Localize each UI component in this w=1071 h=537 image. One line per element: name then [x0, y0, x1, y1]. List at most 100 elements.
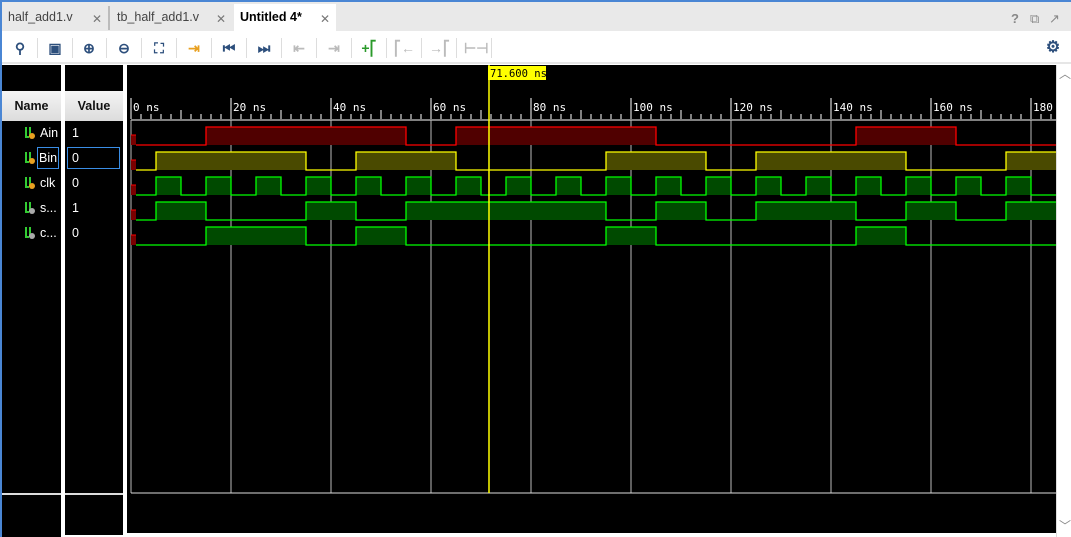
ruler-label: 100 ns [633, 101, 673, 114]
ruler-label: 120 ns [733, 101, 773, 114]
signal-name: clk [40, 176, 56, 190]
ruler-label: 0 ns [133, 101, 160, 114]
zoom-in-icon[interactable]: ⊕ [79, 39, 99, 57]
waveform-s [131, 201, 1056, 221]
save-icon[interactable]: ▣ [45, 39, 65, 57]
close-icon[interactable]: ✕ [320, 12, 330, 26]
close-icon[interactable]: ✕ [216, 12, 226, 26]
ruler-label: 20 ns [233, 101, 266, 114]
signal-value: 1 [72, 201, 79, 215]
tab-untitled-4[interactable]: Untitled 4* ✕ [234, 4, 336, 31]
scroll-down-icon[interactable]: ﹀ [1059, 517, 1071, 534]
high-pulse [706, 177, 731, 195]
high-pulse [356, 227, 406, 245]
high-pulse [756, 202, 856, 220]
waveform-c [131, 226, 1056, 246]
high-pulse [406, 202, 606, 220]
signal-name-row[interactable]: clk [2, 173, 61, 193]
tab-label: half_add1.v [8, 10, 73, 24]
next-marker-icon[interactable]: →⎡ [429, 39, 450, 57]
high-pulse [756, 177, 781, 195]
high-pulse [856, 227, 906, 245]
high-pulse [906, 177, 931, 195]
settings-icon[interactable]: ⚙ [1043, 39, 1063, 57]
undefined-region [131, 135, 136, 145]
high-pulse [1006, 202, 1056, 220]
go-to-end-icon[interactable]: ⏭ [254, 39, 274, 57]
input-port-icon [25, 177, 35, 189]
toolbar-separator [386, 38, 387, 58]
toolbar-separator [246, 38, 247, 58]
value-panel: Value 1 0 0 1 0 [65, 65, 123, 535]
toolbar-separator [281, 38, 282, 58]
high-pulse [606, 227, 656, 245]
high-pulse [206, 227, 306, 245]
go-to-start-icon[interactable]: ⏮ [219, 39, 239, 57]
high-pulse [656, 202, 706, 220]
high-pulse [156, 177, 181, 195]
signal-name-row[interactable]: Ain [2, 123, 61, 143]
high-pulse [406, 177, 431, 195]
toolbar-separator [176, 38, 177, 58]
waveform-clk [131, 176, 1056, 196]
search-icon[interactable]: ⚲ [10, 39, 30, 57]
tab-half-add1[interactable]: half_add1.v ✕ [2, 4, 108, 31]
high-pulse [606, 152, 706, 170]
waveform-canvas[interactable]: 0 ns 20 ns 40 ns 60 ns 80 ns 100 ns 120 ns 140 … [127, 65, 1056, 533]
ruler-label: 180 [1033, 101, 1053, 114]
undefined-region [131, 235, 136, 245]
waveform-panel[interactable]: 0 ns 20 ns 40 ns 60 ns 80 ns 100 ns 120 ns 140 … [127, 65, 1056, 533]
toolbar-separator [37, 38, 38, 58]
signal-value: 1 [72, 126, 79, 140]
cursor-time-label: 71.600 ns [490, 68, 547, 80]
high-pulse [656, 177, 681, 195]
signal-value: 0 [72, 176, 79, 190]
tab-tb-half-add1[interactable]: tb_half_add1.v ✕ [111, 4, 232, 31]
toolbar-separator [491, 38, 492, 58]
high-pulse [556, 177, 581, 195]
go-to-cursor-icon[interactable]: ⇥ [184, 39, 204, 57]
ruler-label: 60 ns [433, 101, 466, 114]
high-pulse [206, 177, 231, 195]
swap-cursors-icon[interactable]: ⊢⊣ [464, 39, 488, 57]
toolbar-separator [72, 38, 73, 58]
toolbar-separator [421, 38, 422, 58]
previous-transition-icon[interactable]: ⇤ [289, 39, 309, 57]
tab-bar: half_add1.v ✕ tb_half_add1.v ✕ Untitled 4*… [2, 2, 1071, 31]
toolbar-separator [351, 38, 352, 58]
toolbar-separator [211, 38, 212, 58]
ruler-label: 160 ns [933, 101, 973, 114]
divider [2, 493, 61, 495]
value-column-header[interactable]: Value [65, 91, 123, 121]
tab-divider [108, 6, 110, 30]
zoom-fit-icon[interactable]: ⛶ [149, 39, 169, 57]
high-pulse [1006, 177, 1031, 195]
high-pulse [306, 177, 331, 195]
previous-marker-icon[interactable]: ⎡← [394, 39, 415, 57]
vertical-scrollbar[interactable]: ︿ ﹀ [1056, 65, 1071, 537]
add-marker-icon[interactable]: +⎡ [359, 39, 379, 57]
toolbar-separator [141, 38, 142, 58]
signal-name-row[interactable]: s... [2, 198, 61, 218]
zoom-out-icon[interactable]: ⊖ [114, 39, 134, 57]
scroll-up-icon[interactable]: ︿ [1059, 65, 1071, 82]
signal-name-row[interactable]: c... [2, 223, 61, 243]
high-pulse [506, 177, 531, 195]
name-column-header[interactable]: Name [2, 91, 61, 121]
toolbar-separator [106, 38, 107, 58]
signal-value: 0 [67, 147, 120, 169]
undefined-region [131, 185, 136, 195]
name-panel: Name Ain Bin clk s... c... [2, 65, 61, 537]
divider [65, 493, 123, 495]
signal-name-row[interactable]: Bin [2, 147, 61, 169]
float-icon[interactable]: ↗ [1049, 11, 1060, 27]
high-pulse [356, 177, 381, 195]
high-pulse [906, 202, 956, 220]
restore-icon[interactable]: ⧉ [1030, 11, 1039, 27]
next-transition-icon[interactable]: ⇥ [324, 39, 344, 57]
ruler-label: 140 ns [833, 101, 873, 114]
help-icon[interactable]: ? [1011, 11, 1019, 26]
toolbar: ⚲ ▣ ⊕ ⊖ ⛶ ⇥ ⏮ ⏭ ⇤ ⇥ +⎡ ⎡← →⎡ ⊢⊣ ⚙ [2, 31, 1071, 64]
tab-label: Untitled 4* [240, 10, 302, 24]
close-icon[interactable]: ✕ [92, 12, 102, 26]
